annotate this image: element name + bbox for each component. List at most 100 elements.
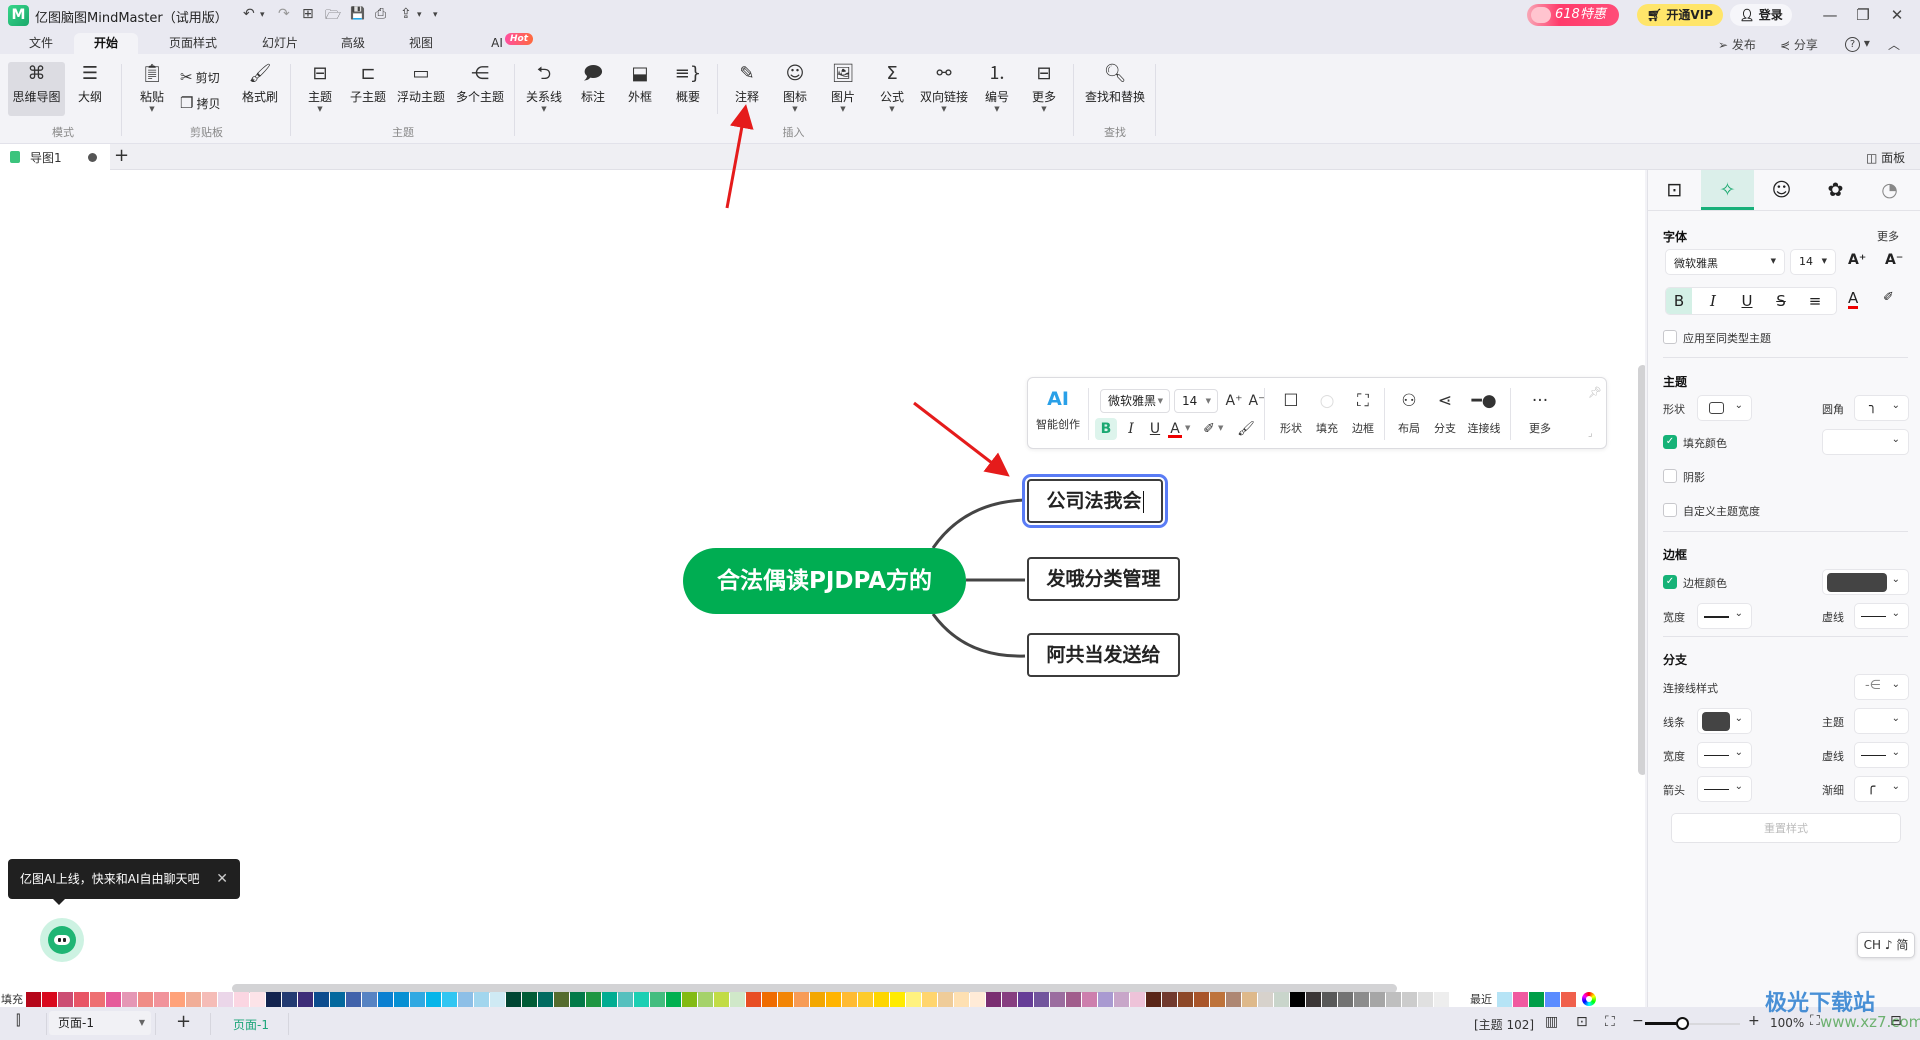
color-swatch[interactable]	[1018, 992, 1033, 1007]
color-swatch[interactable]	[938, 992, 953, 1007]
color-swatch[interactable]	[26, 992, 41, 1007]
color-swatch[interactable]	[1306, 992, 1321, 1007]
border-width-select[interactable]: ⌄	[1697, 603, 1752, 629]
summary-button[interactable]: ≡} 概要	[670, 62, 706, 105]
color-swatch[interactable]	[714, 992, 729, 1007]
color-swatch[interactable]	[1386, 992, 1401, 1007]
color-swatch[interactable]	[394, 992, 409, 1007]
export-dropdown-icon[interactable]: ▾	[417, 10, 422, 20]
share-button[interactable]: ⋞ 分享	[1780, 36, 1818, 53]
ai-create-button[interactable]: AI 智能创作	[1036, 388, 1080, 432]
open-folder-icon[interactable]: 🗁	[325, 6, 341, 28]
color-swatch[interactable]	[266, 992, 281, 1007]
publish-button[interactable]: ➢ 发布	[1718, 36, 1756, 53]
color-swatch[interactable]	[602, 992, 617, 1007]
panel-tab-history[interactable]: ◔	[1863, 170, 1916, 210]
recent-color-swatch[interactable]	[1561, 992, 1576, 1007]
zoom-out-button[interactable]: −	[1632, 1013, 1644, 1029]
color-swatch[interactable]	[442, 992, 457, 1007]
root-topic[interactable]: 合法偶读PJDPA方的	[683, 548, 966, 614]
recent-color-swatch[interactable]	[1545, 992, 1560, 1007]
page-select[interactable]: 页面-1 ▼	[49, 1011, 151, 1035]
color-swatch[interactable]	[634, 992, 649, 1007]
boundary-button[interactable]: ⬓ 外框	[625, 62, 655, 105]
color-swatch[interactable]	[330, 992, 345, 1007]
fill-color-checkbox[interactable]: ✓	[1663, 435, 1677, 449]
doc-tab-current[interactable]: 导图1	[0, 144, 110, 170]
color-swatch[interactable]	[362, 992, 377, 1007]
underline-button[interactable]: U	[1144, 418, 1166, 440]
recent-color-swatch[interactable]	[1513, 992, 1528, 1007]
outline-mode-button[interactable]: ☰ 大纲	[70, 62, 110, 105]
color-swatch[interactable]	[170, 992, 185, 1007]
subtopic-button[interactable]: ⊏ 子主题	[348, 62, 388, 105]
color-swatch[interactable]	[1082, 992, 1097, 1007]
connector-style-select[interactable]: -∈ ⌄	[1854, 674, 1909, 700]
color-swatch[interactable]	[1194, 992, 1209, 1007]
restore-button[interactable]: ❐	[1848, 5, 1878, 25]
find-replace-button[interactable]: 🔍︎ 查找和替换	[1082, 62, 1148, 105]
color-swatch[interactable]	[74, 992, 89, 1007]
topic-node[interactable]: 阿共当发送给	[1027, 633, 1180, 677]
color-swatch[interactable]	[778, 992, 793, 1007]
collapse-ribbon-icon[interactable]: ︿	[1888, 36, 1900, 53]
pin-icon[interactable]: 📌︎	[1588, 386, 1602, 399]
recent-color-swatch[interactable]	[1529, 992, 1544, 1007]
font-size-select[interactable]: 14 ▼	[1174, 389, 1218, 413]
color-swatch[interactable]	[1162, 992, 1177, 1007]
more-insert-button[interactable]: ⊟ 更多 ▼	[1028, 62, 1060, 113]
color-swatch[interactable]	[922, 992, 937, 1007]
grow-font-button[interactable]: A⁺	[1223, 390, 1245, 412]
color-swatch[interactable]	[1034, 992, 1049, 1007]
branch-dash-select[interactable]: ⌄	[1854, 742, 1909, 768]
book-view-icon[interactable]: ▥	[1545, 1014, 1558, 1030]
color-swatch[interactable]	[650, 992, 665, 1007]
color-swatch[interactable]	[90, 992, 105, 1007]
border-color-checkbox[interactable]: ✓	[1663, 575, 1677, 589]
font-size-select[interactable]: 14 ▼	[1790, 249, 1836, 275]
color-swatch[interactable]	[890, 992, 905, 1007]
layout-button[interactable]: ⚇ 布局	[1392, 390, 1426, 436]
panel-toggle-button[interactable]: ◫ 面板	[1866, 149, 1905, 166]
color-swatch[interactable]	[1050, 992, 1065, 1007]
reset-style-button[interactable]: 重置样式	[1671, 813, 1901, 843]
bilink-button[interactable]: ⚯ 双向链接 ▼	[918, 62, 970, 113]
color-swatch[interactable]	[1242, 992, 1257, 1007]
color-swatch[interactable]	[874, 992, 889, 1007]
add-tab-button[interactable]: +	[114, 145, 129, 166]
border-dash-select[interactable]: ⌄	[1854, 603, 1909, 629]
color-swatch[interactable]	[810, 992, 825, 1007]
color-swatch[interactable]	[378, 992, 393, 1007]
shape-button[interactable]: ☐ 形状	[1274, 390, 1308, 436]
cut-button[interactable]: ✂ 剪切	[180, 68, 220, 86]
fullscreen-icon[interactable]: ⛶	[1605, 1014, 1615, 1030]
color-swatch[interactable]	[218, 992, 233, 1007]
color-swatch[interactable]	[906, 992, 921, 1007]
color-swatch[interactable]	[138, 992, 153, 1007]
undo-icon[interactable]: ↶	[243, 6, 255, 22]
border-button[interactable]: ⛶ 边框	[1346, 390, 1380, 436]
paste-button[interactable]: 📋︎ 粘贴 ▼	[132, 62, 172, 113]
apply-same-type-checkbox[interactable]	[1663, 330, 1677, 344]
help-button[interactable]: ? ▾	[1845, 36, 1870, 52]
customize-toolbar-icon[interactable]: ▾	[433, 10, 438, 20]
color-swatch[interactable]	[1146, 992, 1161, 1007]
font-family-select[interactable]: 微软雅黑 ▼	[1665, 249, 1785, 275]
close-button[interactable]: ✕	[1882, 5, 1912, 25]
color-swatch[interactable]	[730, 992, 745, 1007]
shrink-font-button[interactable]: A⁻	[1885, 252, 1903, 268]
color-swatch[interactable]	[986, 992, 1001, 1007]
taper-select[interactable]: ╭ ⌄	[1854, 776, 1909, 802]
color-swatch[interactable]	[698, 992, 713, 1007]
color-swatch[interactable]	[298, 992, 313, 1007]
color-swatch[interactable]	[250, 992, 265, 1007]
highlight-dropdown-icon[interactable]: ▼	[1218, 424, 1223, 432]
color-swatch[interactable]	[426, 992, 441, 1007]
close-icon[interactable]: ✕	[216, 859, 228, 899]
italic-button[interactable]: I	[1120, 418, 1142, 440]
tab-page-style[interactable]: 页面样式	[160, 33, 226, 54]
branch-button[interactable]: ⋖ 分支	[1428, 390, 1462, 436]
color-swatch[interactable]	[666, 992, 681, 1007]
color-swatch[interactable]	[474, 992, 489, 1007]
color-swatch[interactable]	[554, 992, 569, 1007]
